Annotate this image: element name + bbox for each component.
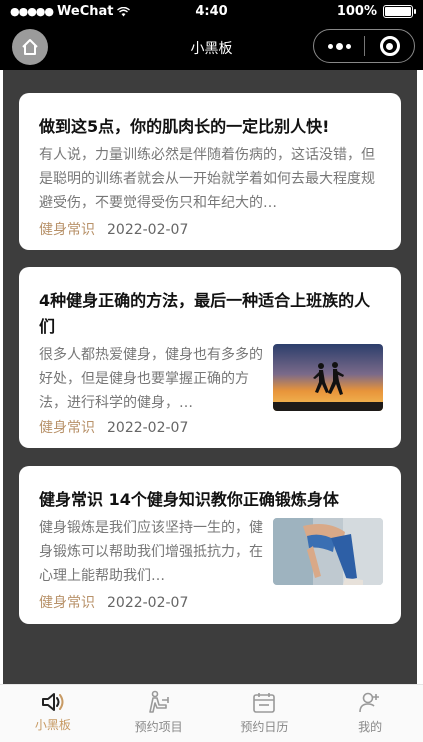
tab-label: 预约项目: [134, 720, 183, 734]
speaker-icon: [41, 693, 64, 711]
calendar-icon: [253, 693, 276, 713]
article-title: 4种健身正确的方法，最后一种适合上班族的人们: [39, 291, 371, 336]
article-thumbnail[interactable]: [273, 518, 383, 585]
article-tag[interactable]: 健身常识: [39, 418, 95, 438]
tab-label: 小黑板: [34, 718, 71, 732]
article-card[interactable]: 做到这5点，你的肌肉长的一定比别人快! 有人说，力量训练必然是伴随着伤病的，这话…: [19, 93, 401, 250]
nav-bar: 小黑板: [0, 24, 423, 70]
close-icon: [379, 36, 400, 56]
article-excerpt: 健身锻炼是我们应该坚持一生的，健身锻炼可以帮助我们增强抵抗力，在心理上能帮助我们…: [39, 520, 263, 584]
article-meta: 健身常识 2022-02-07: [39, 220, 188, 240]
article-excerpt: 有人说，力量训练必然是伴随着伤病的，这话没错，但是聪明的训练者就会从一开始就学着…: [39, 147, 375, 211]
mini-program-capsule: [313, 29, 415, 63]
status-bar: ●●●●● WeChat 4:40 100%: [0, 0, 423, 24]
article-tag[interactable]: 健身常识: [39, 593, 95, 613]
more-dot-icon: [345, 43, 351, 49]
article-thumbnail[interactable]: [273, 344, 383, 411]
battery-icon: [383, 5, 416, 18]
tab-bar: 小黑板 预约项目 预约日历 我的: [0, 684, 423, 742]
runners-sunset-image: [273, 344, 383, 411]
more-dot-icon: [327, 43, 333, 49]
article-meta: 健身常识 2022-02-07: [39, 418, 188, 438]
stretching-woman-image: [273, 518, 383, 585]
article-date: 2022-02-07: [107, 222, 189, 238]
user-add-icon: [359, 692, 380, 713]
article-meta: 健身常识 2022-02-07: [39, 593, 188, 613]
more-button[interactable]: [314, 42, 364, 50]
article-date: 2022-02-07: [107, 595, 189, 611]
article-card[interactable]: 4种健身正确的方法，最后一种适合上班族的人们 很多人都热爱健身，健身也有多多的好…: [19, 267, 401, 448]
article-list: 做到这5点，你的肌肉长的一定比别人快! 有人说，力量训练必然是伴随着伤病的，这话…: [3, 70, 417, 684]
article-tag[interactable]: 健身常识: [39, 220, 95, 240]
article-date: 2022-02-07: [107, 420, 189, 436]
exercise-icon: [148, 690, 169, 713]
tab-label: 我的: [358, 720, 383, 734]
close-button[interactable]: [365, 36, 414, 56]
more-dot-icon: [335, 42, 343, 50]
status-right: 100%: [336, 4, 416, 19]
tab-booking-items[interactable]: 预约项目: [106, 685, 212, 742]
tab-blackboard[interactable]: 小黑板: [0, 685, 106, 742]
article-title: 健身常识 14个健身知识教你正确锻炼身体: [39, 490, 339, 509]
article-title: 做到这5点，你的肌肉长的一定比别人快!: [39, 117, 330, 136]
tab-mine[interactable]: 我的: [317, 685, 423, 742]
tab-label: 预约日历: [240, 720, 289, 734]
battery-percent: 100%: [336, 4, 377, 19]
article-excerpt: 很多人都热爱健身，健身也有多多的好处，但是健身也要掌握正确的方法，进行科学的健身…: [39, 347, 263, 411]
article-card[interactable]: 健身常识 14个健身知识教你正确锻炼身体 健身锻炼是我们应该坚持一生的，健身锻炼…: [19, 466, 401, 624]
tab-booking-calendar[interactable]: 预约日历: [212, 685, 318, 742]
